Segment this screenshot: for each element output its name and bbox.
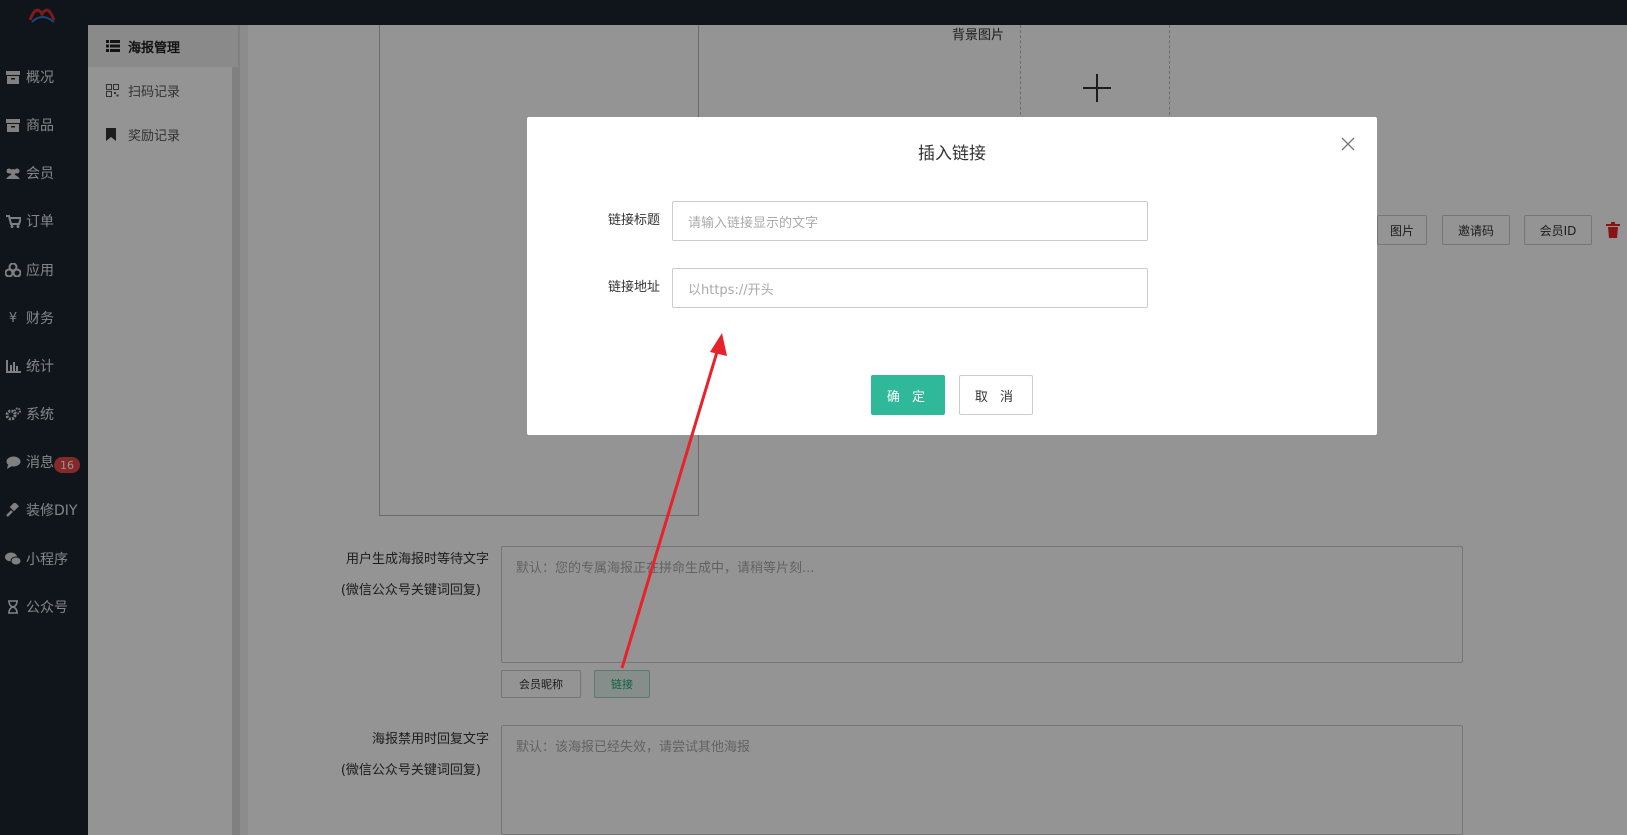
link-title-input[interactable]: 请输入链接显示的文字 (672, 201, 1148, 241)
dialog-title: 插入链接 (918, 144, 986, 164)
insert-link-dialog: 插入链接 链接标题 请输入链接显示的文字 链接地址 以https://开头 确 … (527, 117, 1377, 435)
close-icon[interactable] (1341, 137, 1355, 151)
confirm-button[interactable]: 确 定 (871, 375, 945, 415)
link-url-input[interactable]: 以https://开头 (672, 268, 1148, 308)
link-title-label: 链接标题 (607, 213, 660, 228)
cancel-button[interactable]: 取 消 (959, 375, 1033, 415)
link-url-label: 链接地址 (607, 280, 660, 295)
